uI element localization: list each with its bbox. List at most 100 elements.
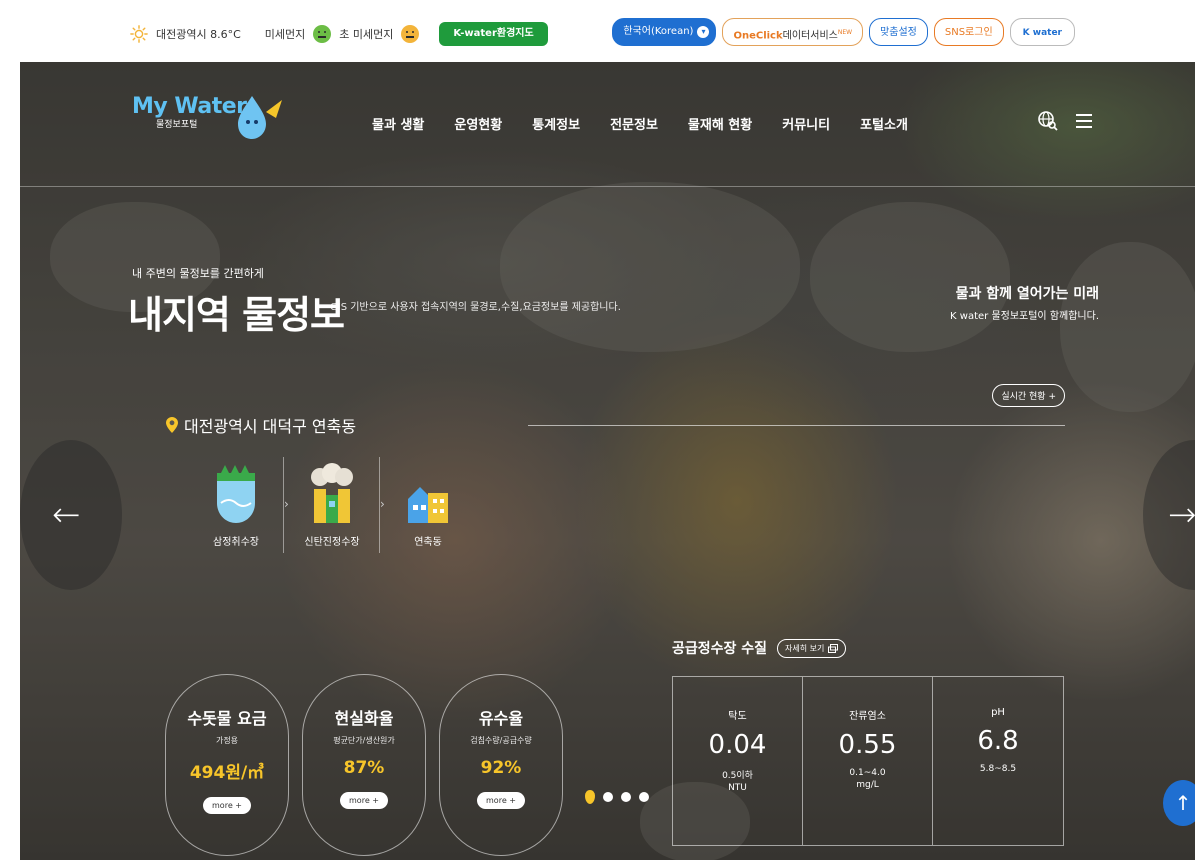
neutral-face-icon — [313, 25, 332, 43]
slogan-title: 물과 함께 열어가는 미래 — [955, 286, 1099, 302]
my-water-logo[interactable]: My Water 물정보포털 — [132, 94, 247, 130]
main-nav: My Water 물정보포털 물과 생활 운영현황 통계정보 전문정보 물재해 … — [20, 62, 1195, 187]
air-quality-group: 대전광역시 8.6°C 미세먼지 초 미세먼지 K-water환경지도 — [130, 22, 548, 46]
stat-subtitle: 평균단가/생산원가 — [333, 736, 395, 745]
location-pin-icon — [166, 417, 178, 433]
kwater-logo-text: K water — [1022, 28, 1062, 38]
quality-range: 5.8~8.5 — [979, 764, 1017, 774]
quality-turbidity: 탁도 0.04 0.5이하 NTU — [673, 677, 803, 845]
hero-kicker: 내 주변의 물정보를 간편하게 — [132, 267, 264, 280]
sun-icon — [130, 25, 148, 43]
slide-pagination — [585, 790, 649, 804]
menu-operation-status[interactable]: 운영현황 — [454, 114, 502, 133]
menu-community[interactable]: 커뮤니티 — [782, 114, 830, 133]
quality-range: 0.5이하 — [722, 771, 753, 781]
arrow-right-icon: → — [1168, 495, 1195, 535]
chevron-down-icon: ▾ — [697, 26, 710, 38]
slide-dot[interactable] — [603, 792, 613, 802]
stat-value: 494원/㎥ — [189, 763, 265, 783]
quality-range: 0.1~4.0 — [849, 768, 886, 778]
quality-value: 0.04 — [708, 730, 767, 760]
quality-name: 탁도 — [728, 711, 747, 722]
language-select[interactable]: 한국어(Korean) ▾ — [612, 18, 717, 46]
intake-plant-icon — [210, 457, 262, 525]
env-map-button[interactable]: K-water환경지도 — [439, 22, 548, 46]
kwater-logo-link[interactable]: K water — [1009, 18, 1075, 46]
stat-subtitle: 가정용 — [215, 736, 239, 745]
water-route: 삼정취수장 신탄진정수장 연축동 — [188, 457, 476, 553]
quality-unit: mg/L — [856, 780, 879, 790]
menu-portal-intro[interactable]: 포털소개 — [860, 114, 908, 133]
quality-grid: 탁도 0.04 0.5이하 NTU 잔류염소 0.55 0.1~4.0 mg/L… — [672, 676, 1064, 846]
stat-title: 유수율 — [478, 709, 524, 728]
quality-unit: NTU — [728, 783, 747, 793]
more-button[interactable]: more + — [477, 792, 525, 809]
hero-section: My Water 물정보포털 물과 생활 운영현황 통계정보 전문정보 물재해 … — [20, 62, 1195, 860]
location-label: 대전광역시 대덕구 연축동 — [166, 413, 356, 437]
sns-login-button[interactable]: SNS로그인 — [933, 18, 1004, 46]
water-drop-mascot-icon — [232, 92, 284, 146]
slide-next-button[interactable]: → — [1143, 440, 1195, 590]
stat-revenue-water-ratio: 유수율 검침수량/공급수량 92% more + — [439, 674, 563, 856]
quality-ph: pH 6.8 5.8~8.5 — [933, 677, 1063, 845]
quality-name: pH — [991, 707, 1005, 718]
quality-detail-button[interactable]: 자세히 보기 — [777, 638, 847, 658]
location-text: 대전광역시 대덕구 연축동 — [184, 417, 357, 436]
fine-dust-label: 미세먼지 — [264, 28, 306, 41]
menu-water-disaster[interactable]: 물재해 현황 — [688, 114, 752, 133]
arrow-left-icon: ← — [52, 495, 81, 535]
quality-name: 잔류염소 — [849, 711, 886, 722]
facility-purification[interactable]: 신탄진정수장 — [284, 457, 385, 553]
stat-title: 현실화율 — [334, 709, 394, 728]
new-window-icon — [828, 643, 839, 653]
slide-dot[interactable] — [639, 792, 649, 802]
weather-text: 대전광역시 8.6°C — [156, 28, 241, 41]
menu-expert-info[interactable]: 전문정보 — [610, 114, 658, 133]
custom-settings-button[interactable]: 맞춤설정 — [869, 18, 928, 46]
nav-icons — [1037, 110, 1095, 132]
oneclick-brand: OneClick — [733, 30, 783, 42]
slide-prev-button[interactable]: ← — [20, 440, 122, 590]
stat-title: 수돗물 요금 — [187, 709, 267, 728]
language-label: 한국어(Korean) — [623, 26, 694, 37]
divider — [528, 425, 1065, 426]
detail-label: 자세히 보기 — [785, 643, 825, 653]
hero-title: 내지역 물정보 — [128, 293, 345, 337]
logo-my: My — [132, 94, 175, 119]
facility-intake[interactable]: 삼정취수장 — [188, 457, 289, 553]
residential-icon — [402, 457, 454, 525]
utility-bar: 대전광역시 8.6°C 미세먼지 초 미세먼지 K-water환경지도 한국어(… — [0, 0, 1195, 62]
water-quality-panel: 공급정수장 수질 자세히 보기 탁도 0.04 0.5이하 NTU 잔류염소 0… — [672, 638, 1064, 846]
worried-face-icon — [401, 25, 420, 43]
stat-water-rate: 수돗물 요금 가정용 494원/㎥ more + — [165, 674, 289, 856]
slide-dot-active[interactable] — [585, 790, 595, 804]
quality-value: 0.55 — [838, 730, 897, 760]
realtime-status-button[interactable]: 실시간 현황 + — [992, 384, 1065, 407]
utility-links: 한국어(Korean) ▾ OneClick데이터서비스NEW 맞춤설정 SNS… — [612, 18, 1075, 46]
slide-dot[interactable] — [621, 792, 631, 802]
gnb-menu: 물과 생활 운영현황 통계정보 전문정보 물재해 현황 커뮤니티 포털소개 — [372, 114, 908, 133]
quality-value: 6.8 — [977, 726, 1019, 756]
quality-title: 공급정수장 수질 — [672, 641, 768, 657]
hamburger-menu-icon[interactable] — [1073, 110, 1095, 132]
facility-label: 삼정취수장 — [213, 537, 259, 548]
oneclick-label: 데이터서비스 — [782, 30, 838, 42]
oneclick-data-service-link[interactable]: OneClick데이터서비스NEW — [722, 18, 864, 46]
arrow-up-icon: ↑ — [1174, 791, 1192, 815]
slogan: 물과 함께 열어가는 미래 K water 물정보포털이 함께합니다. — [950, 283, 1099, 322]
global-search-icon[interactable] — [1037, 110, 1059, 132]
stats-group: 수돗물 요금 가정용 494원/㎥ more + 현실화율 평균단가/생산원가 … — [165, 674, 563, 856]
ultrafine-dust-label: 초 미세먼지 — [339, 28, 394, 41]
stat-realization-rate: 현실화율 평균단가/생산원가 87% more + — [302, 674, 426, 856]
menu-water-life[interactable]: 물과 생활 — [372, 114, 424, 133]
more-button[interactable]: more + — [203, 797, 251, 814]
more-button[interactable]: more + — [340, 792, 388, 809]
stat-subtitle: 검침수량/공급수량 — [470, 736, 532, 745]
facility-residential[interactable]: 연축동 — [380, 457, 476, 548]
new-badge: NEW — [837, 29, 853, 36]
facility-label: 신탄진정수장 — [304, 537, 360, 548]
slogan-subtitle: K water 물정보포털이 함께합니다. — [950, 311, 1099, 322]
menu-statistics[interactable]: 통계정보 — [532, 114, 580, 133]
scroll-top-button[interactable]: ↑ — [1163, 780, 1195, 826]
facility-label: 연축동 — [414, 537, 442, 548]
